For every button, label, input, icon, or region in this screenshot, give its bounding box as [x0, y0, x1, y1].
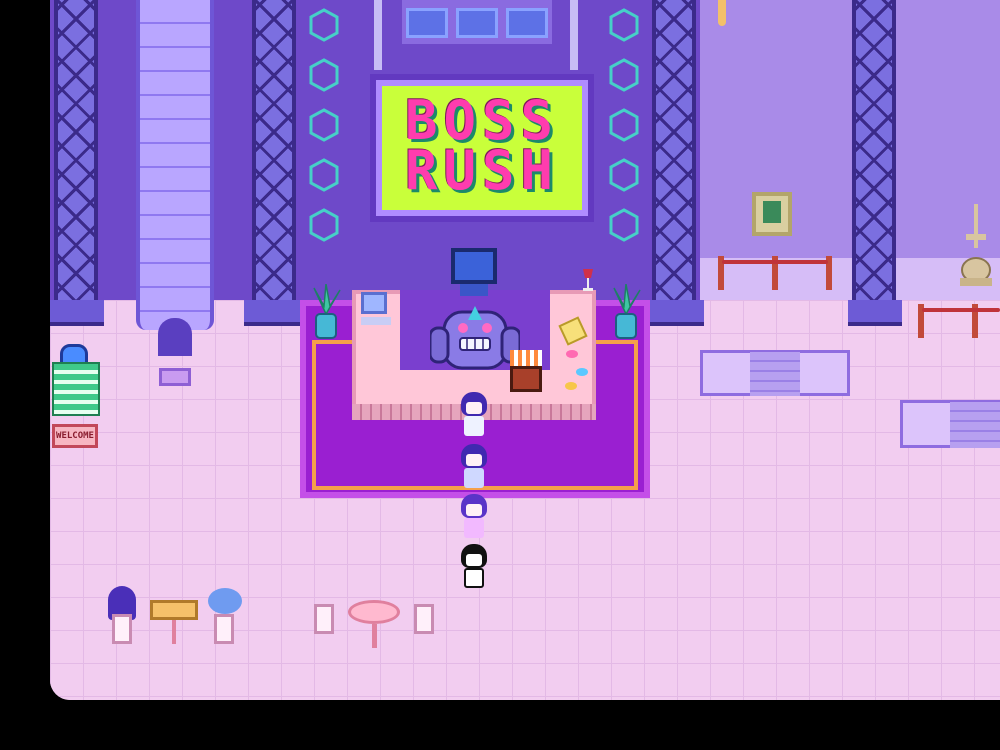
girder-4	[852, 0, 896, 300]
girder-1-base	[50, 300, 104, 326]
omori-head	[461, 544, 487, 568]
omori-body	[464, 568, 484, 588]
plant-icon-right	[606, 283, 646, 342]
party-member-2[interactable]	[460, 444, 488, 490]
sign-line-2: RUSH	[404, 139, 560, 202]
green-mat	[52, 362, 100, 416]
painting-icon[interactable]	[752, 192, 792, 236]
panel-3	[506, 8, 548, 38]
party-member-3[interactable]	[460, 494, 488, 540]
chair-1	[112, 614, 132, 644]
velvet-rope-2	[922, 308, 1000, 312]
omori[interactable]	[460, 544, 488, 590]
girder-3	[652, 0, 696, 300]
welcome-mat: WELCOME	[52, 424, 98, 448]
chair-2	[214, 614, 234, 644]
computer-icon[interactable]	[361, 292, 391, 332]
member3-body	[464, 518, 484, 538]
lamp-icon	[718, 0, 726, 26]
control-panels	[402, 0, 552, 44]
snack-table[interactable]	[150, 600, 198, 646]
girder-4-base	[848, 300, 902, 326]
candy-icon[interactable]	[562, 346, 592, 396]
game-viewport: BOSS RUSH WELCOME	[50, 0, 1000, 700]
cake-icon[interactable]	[510, 350, 542, 392]
tv-stand	[460, 284, 488, 296]
girder-3-base	[644, 300, 704, 326]
boss-rush-sign: BOSS RUSH	[376, 80, 588, 216]
boss-shopkeeper[interactable]	[428, 298, 522, 372]
tv-monitor-icon	[451, 248, 497, 284]
tube-door[interactable]	[158, 318, 192, 356]
member2-head	[461, 444, 487, 468]
member2-body	[464, 468, 484, 488]
tube-mat	[159, 368, 191, 386]
museum-stairs-1[interactable]	[750, 352, 800, 396]
npc-flower-head[interactable]	[208, 588, 242, 614]
member3-head	[461, 494, 487, 518]
hex-lights-right	[608, 8, 640, 262]
cafe-table[interactable]	[348, 600, 400, 648]
girder-2-base	[244, 300, 304, 326]
elevator-tube	[136, 0, 214, 330]
velvet-rope-1	[722, 260, 828, 264]
hex-lights-left	[308, 8, 340, 262]
sign-pole-left	[374, 0, 382, 70]
leader-body	[464, 416, 484, 436]
leader-head	[461, 392, 487, 416]
chair-4	[414, 604, 434, 634]
panel-2	[456, 8, 498, 38]
girder-1	[54, 0, 98, 300]
statue-icon[interactable]	[956, 204, 996, 288]
player-leader[interactable]	[460, 392, 488, 438]
museum-wall	[700, 0, 1000, 270]
sign-pole-right	[570, 0, 578, 70]
chair-3	[314, 604, 334, 634]
girder-2	[252, 0, 296, 300]
plant-icon	[306, 283, 346, 342]
panel-1	[406, 8, 448, 38]
wine-glass-icon[interactable]	[581, 268, 595, 292]
museum-stairs-2[interactable]	[950, 402, 1000, 448]
